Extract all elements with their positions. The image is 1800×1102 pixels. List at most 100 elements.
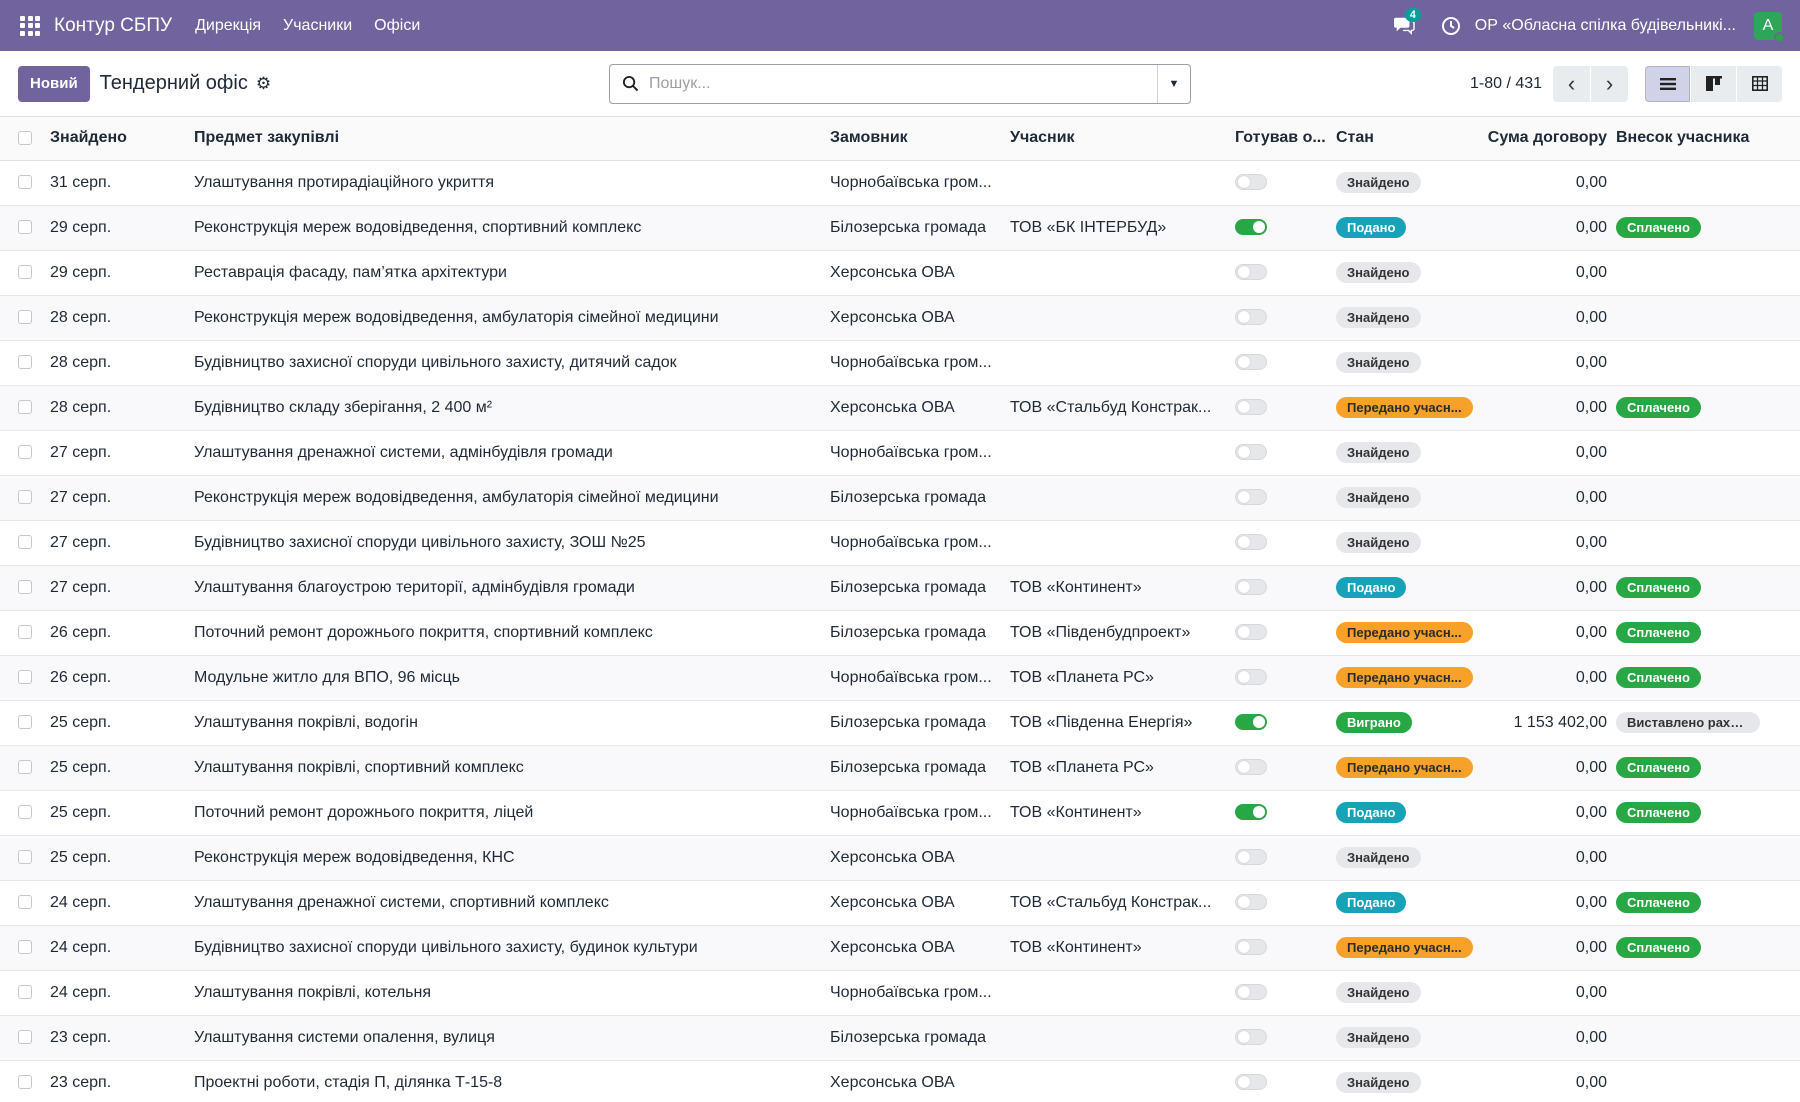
ready-toggle[interactable]: [1235, 534, 1267, 551]
table-row[interactable]: 24 серп. Будівництво захисної споруди цив…: [0, 925, 1800, 971]
pager-next-button[interactable]: ›: [1591, 65, 1628, 102]
table-row[interactable]: 29 серп. Реставрація фасаду, пам’ятка арх…: [0, 250, 1800, 296]
participant-cell: [1010, 970, 1235, 1016]
ready-toggle[interactable]: [1235, 264, 1267, 281]
apps-grid-icon[interactable]: [20, 15, 40, 36]
ready-toggle[interactable]: [1235, 804, 1267, 821]
column-header-found[interactable]: Знайдено: [50, 117, 194, 161]
column-header-contribution[interactable]: Внесок учасника: [1616, 117, 1800, 161]
table-row[interactable]: 25 серп. Улаштування покрівлі, спортивний…: [0, 745, 1800, 791]
ready-toggle[interactable]: [1235, 444, 1267, 461]
table-row[interactable]: 23 серп. Проектні роботи, стадія П, ділян…: [0, 1060, 1800, 1102]
ready-toggle[interactable]: [1235, 489, 1267, 506]
column-header-subject[interactable]: Предмет закупівлі: [194, 117, 830, 161]
state-cell: Передано учасн...: [1336, 745, 1481, 791]
select-all-checkbox[interactable]: [18, 131, 32, 146]
pager-value[interactable]: 1-80 / 431: [1470, 75, 1542, 93]
ready-toggle[interactable]: [1235, 354, 1267, 371]
state-badge: Передано учасн...: [1336, 622, 1473, 643]
table-row[interactable]: 25 серп. Реконструкція мереж водовідведен…: [0, 835, 1800, 881]
ready-toggle[interactable]: [1235, 894, 1267, 911]
app-name[interactable]: Контур СБПУ: [54, 15, 172, 37]
list-view-button[interactable]: [1645, 65, 1690, 102]
new-button[interactable]: Новий: [18, 65, 90, 102]
customer-cell: Чорнобаївська гром...: [830, 340, 1010, 386]
table-row[interactable]: 27 серп. Улаштування благоустрою територі…: [0, 565, 1800, 611]
search-options-toggle[interactable]: ▼: [1157, 64, 1190, 103]
row-checkbox[interactable]: [18, 1030, 32, 1045]
row-checkbox[interactable]: [18, 265, 32, 280]
pivot-view-button[interactable]: [1737, 65, 1782, 102]
row-checkbox[interactable]: [18, 715, 32, 730]
menu-item-directorate[interactable]: Дирекція: [195, 17, 261, 35]
column-header-sum[interactable]: Сума договору: [1481, 117, 1616, 161]
table-row[interactable]: 28 серп. Реконструкція мереж водовідведен…: [0, 295, 1800, 341]
search-input[interactable]: [649, 74, 1157, 93]
table-row[interactable]: 26 серп. Модульне житло для ВПО, 96 місць…: [0, 655, 1800, 701]
chat-button[interactable]: 4: [1393, 7, 1421, 37]
table-row[interactable]: 28 серп. Будівництво захисної споруди цив…: [0, 340, 1800, 386]
table-row[interactable]: 25 серп. Поточний ремонт дорожнього покри…: [0, 790, 1800, 836]
row-checkbox[interactable]: [18, 985, 32, 1000]
ready-toggle[interactable]: [1235, 309, 1267, 326]
user-avatar[interactable]: A: [1754, 11, 1785, 43]
gear-icon[interactable]: ⚙: [256, 74, 271, 94]
row-checkbox[interactable]: [18, 535, 32, 550]
row-checkbox[interactable]: [18, 310, 32, 325]
company-switcher[interactable]: ОР «Обласна спілка будівельникі...: [1475, 17, 1736, 35]
table-row[interactable]: 27 серп. Будівництво захисної споруди цив…: [0, 520, 1800, 566]
row-checkbox[interactable]: [18, 940, 32, 955]
row-checkbox[interactable]: [18, 355, 32, 370]
row-checkbox[interactable]: [18, 895, 32, 910]
row-checkbox[interactable]: [18, 175, 32, 190]
column-header-ready[interactable]: Готував о...: [1235, 117, 1336, 161]
ready-toggle[interactable]: [1235, 219, 1267, 236]
ready-toggle[interactable]: [1235, 1074, 1267, 1091]
pager-previous-button[interactable]: ‹: [1553, 65, 1590, 102]
ready-toggle[interactable]: [1235, 714, 1267, 731]
table-row[interactable]: 24 серп. Улаштування покрівлі, котельня Чо…: [0, 970, 1800, 1016]
row-checkbox[interactable]: [18, 490, 32, 505]
row-checkbox[interactable]: [18, 400, 32, 415]
ready-toggle[interactable]: [1235, 759, 1267, 776]
table-row[interactable]: 23 серп. Улаштування системи опалення, ву…: [0, 1015, 1800, 1061]
kanban-view-button[interactable]: [1691, 65, 1736, 102]
menu-item-participants[interactable]: Учасники: [283, 17, 352, 35]
ready-toggle[interactable]: [1235, 669, 1267, 686]
table-row[interactable]: 24 серп. Улаштування дренажної системи, с…: [0, 880, 1800, 926]
ready-toggle[interactable]: [1235, 849, 1267, 866]
row-checkbox[interactable]: [18, 625, 32, 640]
table-row[interactable]: 27 серп. Реконструкція мереж водовідведен…: [0, 475, 1800, 521]
ready-toggle[interactable]: [1235, 939, 1267, 956]
row-checkbox[interactable]: [18, 220, 32, 235]
table-row[interactable]: 29 серп. Реконструкція мереж водовідведен…: [0, 205, 1800, 251]
ready-toggle[interactable]: [1235, 579, 1267, 596]
ready-toggle[interactable]: [1235, 1029, 1267, 1046]
found-date-cell: 25 серп.: [50, 790, 194, 836]
row-checkbox[interactable]: [18, 1075, 32, 1090]
table-row[interactable]: 28 серп. Будівництво складу зберігання, 2…: [0, 385, 1800, 431]
participant-cell: [1010, 295, 1235, 341]
avatar-letter: A: [1762, 16, 1774, 34]
menu-item-offices[interactable]: Офіси: [374, 17, 420, 35]
table-row[interactable]: 27 серп. Улаштування дренажної системи, а…: [0, 430, 1800, 476]
clock-icon[interactable]: [1441, 16, 1461, 36]
table-row[interactable]: 31 серп. Улаштування протирадіаційного ук…: [0, 160, 1800, 206]
table-row[interactable]: 25 серп. Улаштування покрівлі, водогін Біл…: [0, 700, 1800, 746]
row-checkbox[interactable]: [18, 670, 32, 685]
column-header-state[interactable]: Стан: [1336, 117, 1481, 161]
row-checkbox[interactable]: [18, 805, 32, 820]
ready-cell: [1235, 1015, 1336, 1061]
column-header-customer[interactable]: Замовник: [830, 117, 1010, 161]
row-checkbox[interactable]: [18, 580, 32, 595]
ready-toggle[interactable]: [1235, 174, 1267, 191]
row-checkbox[interactable]: [18, 760, 32, 775]
participant-cell: ТОВ «Планета РС»: [1010, 655, 1235, 701]
ready-toggle[interactable]: [1235, 624, 1267, 641]
column-header-participant[interactable]: Учасник: [1010, 117, 1235, 161]
row-checkbox[interactable]: [18, 445, 32, 460]
table-row[interactable]: 26 серп. Поточний ремонт дорожнього покри…: [0, 610, 1800, 656]
ready-toggle[interactable]: [1235, 399, 1267, 416]
ready-toggle[interactable]: [1235, 984, 1267, 1001]
row-checkbox[interactable]: [18, 850, 32, 865]
